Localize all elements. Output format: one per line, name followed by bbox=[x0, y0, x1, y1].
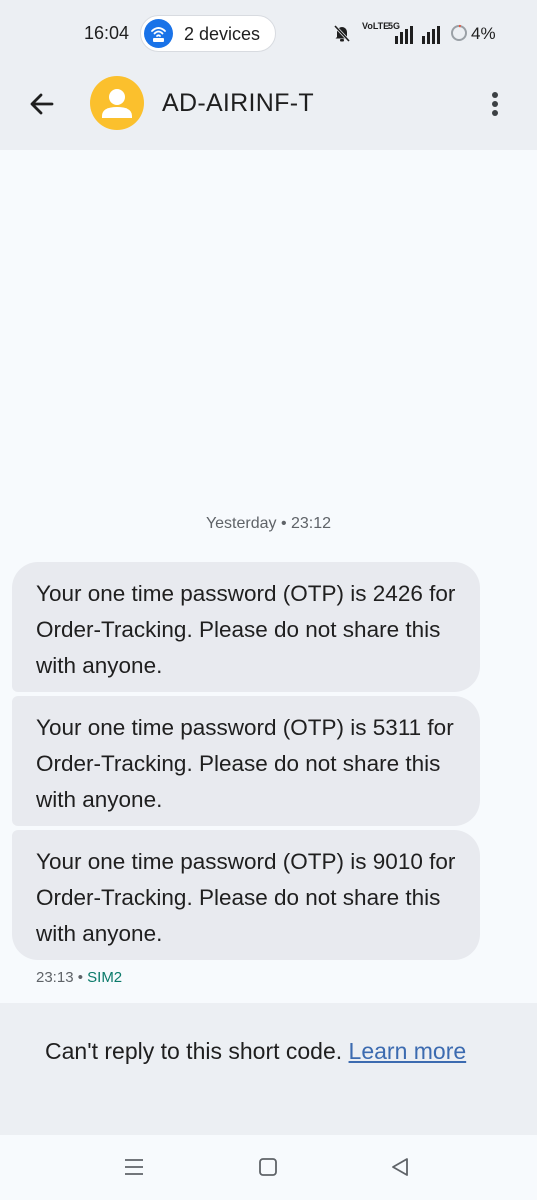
status-bar: 16:04 2 devices VoLTE 5G 4% bbox=[0, 0, 537, 68]
person-icon bbox=[102, 89, 132, 118]
hotspot-icon bbox=[144, 19, 173, 48]
message-bubble[interactable]: Your one time password (OTP) is 9010 for… bbox=[12, 830, 480, 960]
signal-sim2-icon bbox=[422, 26, 440, 44]
date-divider: Yesterday • 23:12 bbox=[205, 515, 332, 532]
message-meta: 23:13 • SIM2 bbox=[36, 969, 122, 986]
reply-disabled-notice: Can't reply to this short code. Learn mo… bbox=[0, 1003, 537, 1135]
reply-disabled-text: Can't reply to this short code. Learn mo… bbox=[45, 1033, 485, 1069]
message-text: Your one time password (OTP) is 5311 for… bbox=[36, 715, 454, 812]
battery-percentage: 4% bbox=[471, 24, 496, 43]
back-triangle-icon[interactable] bbox=[388, 1155, 412, 1179]
conversation-header: AD-AIRINF-T bbox=[0, 68, 537, 150]
reply-disabled-message: Can't reply to this short code. bbox=[45, 1038, 349, 1064]
arrow-back-icon bbox=[30, 93, 54, 115]
system-navigation-bar bbox=[0, 1135, 537, 1200]
meta-separator: • bbox=[73, 969, 88, 986]
notifications-muted-icon bbox=[333, 24, 351, 43]
hotspot-chip[interactable]: 2 devices bbox=[140, 15, 276, 52]
signal-sim1-icon bbox=[395, 26, 413, 44]
hotspot-label: 2 devices bbox=[184, 24, 261, 44]
contact-name: AD-AIRINF-T bbox=[162, 89, 314, 117]
sim-label: SIM2 bbox=[87, 969, 123, 986]
volte-icon: VoLTE bbox=[362, 21, 390, 31]
battery-icon bbox=[451, 24, 467, 41]
back-button[interactable] bbox=[22, 84, 62, 124]
message-bubble[interactable]: Your one time password (OTP) is 5311 for… bbox=[12, 696, 480, 826]
home-square-icon[interactable] bbox=[256, 1155, 280, 1179]
contact-avatar[interactable] bbox=[90, 76, 144, 130]
message-bubble[interactable]: Your one time password (OTP) is 2426 for… bbox=[12, 562, 480, 692]
message-text: Your one time password (OTP) is 9010 for… bbox=[36, 849, 456, 946]
learn-more-link[interactable]: Learn more bbox=[349, 1038, 467, 1064]
message-text: Your one time password (OTP) is 2426 for… bbox=[36, 581, 456, 678]
more-vert-icon bbox=[492, 92, 498, 98]
more-options-button[interactable] bbox=[478, 84, 512, 124]
message-time: 23:13 bbox=[36, 969, 74, 986]
recents-menu-icon[interactable] bbox=[122, 1155, 146, 1179]
status-time: 16:04 bbox=[84, 23, 130, 43]
